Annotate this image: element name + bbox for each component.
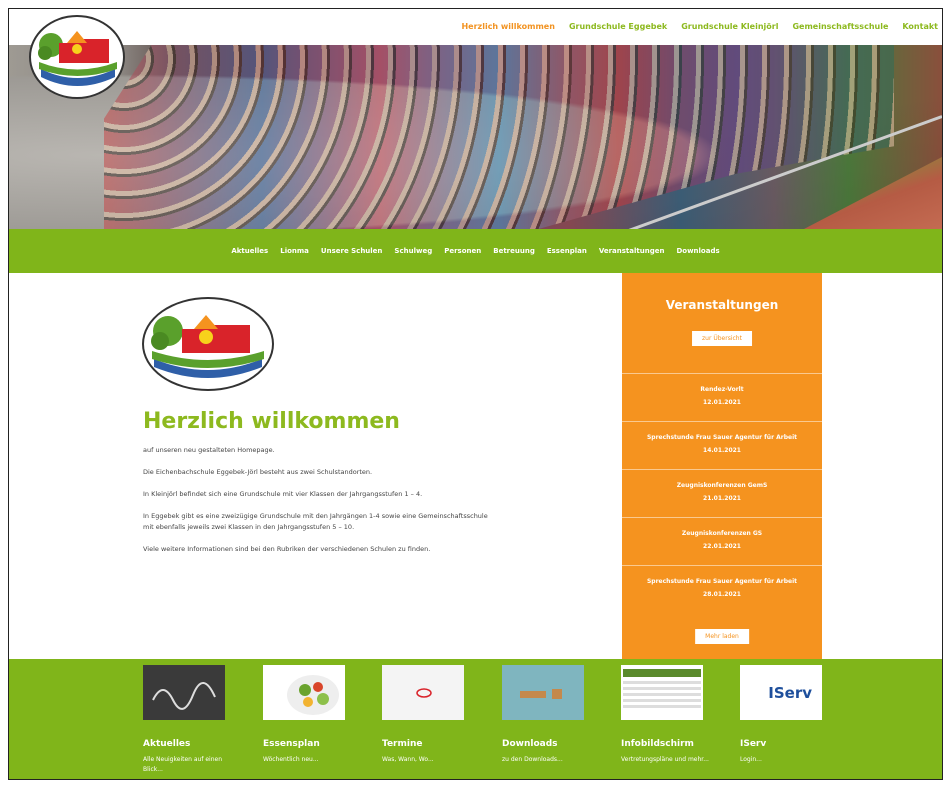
nav-link-gs-kleinjoerl[interactable]: Grundschule Kleinjörl: [681, 22, 778, 31]
school-logo-large: [142, 297, 274, 391]
menu-item-betreuung[interactable]: Betreuung: [493, 247, 535, 255]
event-item[interactable]: Sprechstunde Frau Sauer Agentur für Arbe…: [622, 565, 822, 612]
welcome-paragraph: Die Eichenbachschule Eggebek-Jörl besteh…: [143, 468, 373, 476]
card-title: Termine: [382, 739, 423, 749]
menu-item-unsere-schulen[interactable]: Unsere Schulen: [321, 247, 383, 255]
school-logo-icon: [33, 19, 121, 95]
event-date: 28.01.2021: [703, 591, 741, 598]
card-title: Infobildschirm: [621, 739, 694, 749]
main-menu: Aktuelles Lionma Unsere Schulen Schulweg…: [9, 229, 942, 273]
hero-photo: [9, 45, 942, 229]
school-emblem-icon: [146, 301, 270, 387]
calendar-image: [382, 665, 464, 720]
event-title: Rendez-Vorlt: [700, 386, 744, 393]
card-subtitle: Login...: [740, 756, 762, 763]
nav-link-kontakt[interactable]: Kontakt: [902, 22, 938, 31]
menu-item-essenplan[interactable]: Essenplan: [547, 247, 587, 255]
card-subtitle: zu den Downloads...: [502, 756, 563, 763]
students-crowd-image: [104, 45, 894, 229]
event-date: 14.01.2021: [703, 447, 741, 454]
salad-image: [263, 665, 345, 720]
nav-link-gs-eggebek[interactable]: Grundschule Eggebek: [569, 22, 667, 31]
card-subtitle: Was, Wann, Wo...: [382, 756, 434, 763]
event-date: 21.01.2021: [703, 495, 741, 502]
event-title: Sprechstunde Frau Sauer Agentur für Arbe…: [646, 578, 798, 585]
menu-item-lionma[interactable]: Lionma: [280, 247, 309, 255]
infoscreen-image: [621, 665, 703, 720]
nav-link-willkommen[interactable]: Herzlich willkommen: [461, 22, 554, 31]
card-title: Essensplan: [263, 739, 320, 749]
page-title: Herzlich willkommen: [143, 409, 400, 434]
event-title: Zeugniskonferenzen GemS: [676, 482, 768, 489]
menu-item-personen[interactable]: Personen: [444, 247, 481, 255]
menu-item-schulweg[interactable]: Schulweg: [394, 247, 432, 255]
event-title: Zeugniskonferenzen GS: [681, 530, 763, 537]
welcome-paragraph: Viele weitere Informationen sind bei den…: [143, 545, 431, 553]
site-logo[interactable]: [29, 15, 125, 99]
event-title: Sprechstunde Frau Sauer Agentur für Arbe…: [646, 434, 798, 441]
menu-item-veranstaltungen[interactable]: Veranstaltungen: [599, 247, 665, 255]
event-item[interactable]: Sprechstunde Frau Sauer Agentur für Arbe…: [622, 421, 822, 468]
iserv-logo-text: IServ: [768, 683, 812, 702]
chalkboard-image: [143, 665, 225, 720]
iserv-logo: IServ: [740, 665, 822, 720]
welcome-text: auf unseren neu gestalteten Homepage. Di…: [143, 445, 493, 566]
event-date: 12.01.2021: [703, 399, 741, 406]
events-more-button[interactable]: Mehr laden: [695, 629, 749, 644]
download-image: [502, 665, 584, 720]
main-content: Herzlich willkommen auf unseren neu gest…: [9, 273, 942, 659]
welcome-paragraph: In Kleinjörl befindet sich eine Grundsch…: [143, 490, 423, 498]
card-subtitle: Wöchentlich neu...: [263, 756, 319, 763]
welcome-paragraph: auf unseren neu gestalteten Homepage.: [143, 446, 275, 454]
top-navigation: Herzlich willkommen Grundschule Eggebek …: [9, 9, 942, 45]
event-item[interactable]: Zeugniskonferenzen GemS 21.01.2021: [622, 469, 822, 516]
events-title: Veranstaltungen: [665, 298, 779, 312]
card-subtitle: Alle Neuigkeiten auf einen Blick...: [143, 756, 223, 773]
welcome-paragraph: In Eggebek gibt es eine zweizügige Grund…: [143, 512, 488, 531]
top-nav-links: Herzlich willkommen Grundschule Eggebek …: [461, 22, 938, 31]
event-item[interactable]: Rendez-Vorlt 12.01.2021: [622, 373, 822, 420]
nav-link-gemeinschaftsschule[interactable]: Gemeinschaftsschule: [792, 22, 888, 31]
card-title: Aktuelles: [143, 739, 191, 749]
card-title: IServ: [740, 739, 767, 749]
page-frame: Herzlich willkommen Grundschule Eggebek …: [8, 8, 943, 780]
menu-item-downloads[interactable]: Downloads: [676, 247, 719, 255]
card-title: Downloads: [502, 739, 558, 749]
event-date: 22.01.2021: [703, 543, 741, 550]
events-overview-button[interactable]: zur Übersicht: [692, 331, 752, 346]
events-sidebar: Veranstaltungen zur Übersicht Rendez-Vor…: [622, 273, 822, 659]
card-subtitle: Vertretungspläne und mehr...: [621, 756, 709, 763]
event-item[interactable]: Zeugniskonferenzen GS 22.01.2021: [622, 517, 822, 564]
menu-item-aktuelles[interactable]: Aktuelles: [231, 247, 268, 255]
footer-cards: Aktuelles Alle Neuigkeiten auf einen Bli…: [9, 659, 942, 779]
